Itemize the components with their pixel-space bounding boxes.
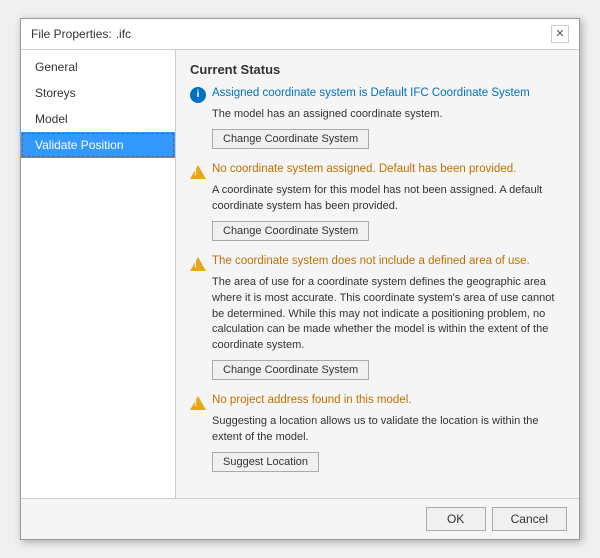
status-header-text-4: No project address found in this model. [212, 394, 411, 406]
status-header-4: No project address found in this model. [190, 394, 565, 410]
dialog-title: File Properties: [31, 27, 112, 41]
main-content: Current Status i Assigned coordinate sys… [176, 50, 579, 498]
status-block-1: i Assigned coordinate system is Default … [190, 87, 565, 149]
section-title: Current Status [190, 62, 565, 77]
sidebar-item-model[interactable]: Model [21, 106, 175, 132]
suggest-location-button[interactable]: Suggest Location [212, 452, 319, 472]
status-desc-3: The area of use for a coordinate system … [212, 275, 565, 355]
status-block-2: No coordinate system assigned. Default h… [190, 163, 565, 241]
title-bar-text: File Properties: .ifc [31, 27, 131, 41]
cancel-button[interactable]: Cancel [492, 507, 567, 531]
status-desc-1: The model has an assigned coordinate sys… [212, 107, 565, 123]
dialog-filename: .ifc [116, 27, 131, 41]
dialog-footer: OK Cancel [21, 498, 579, 539]
change-coord-system-button-3[interactable]: Change Coordinate System [212, 360, 369, 380]
status-block-4: No project address found in this model. … [190, 394, 565, 472]
sidebar-item-general[interactable]: General [21, 54, 175, 80]
warn-icon-4 [190, 396, 206, 410]
info-icon-1: i [190, 87, 206, 103]
sidebar: General Storeys Model Validate Position [21, 50, 176, 498]
sidebar-item-validate-position[interactable]: Validate Position [21, 132, 175, 158]
file-properties-dialog: File Properties: .ifc ✕ General Storeys … [20, 18, 580, 540]
ok-button[interactable]: OK [426, 507, 486, 531]
dialog-body: General Storeys Model Validate Position … [21, 50, 579, 498]
warn-icon-3 [190, 257, 206, 271]
status-header-text-1: Assigned coordinate system is Default IF… [212, 87, 530, 99]
status-header-3: The coordinate system does not include a… [190, 255, 565, 271]
status-header-2: No coordinate system assigned. Default h… [190, 163, 565, 179]
warn-icon-2 [190, 165, 206, 179]
status-header-1: i Assigned coordinate system is Default … [190, 87, 565, 103]
change-coord-system-button-1[interactable]: Change Coordinate System [212, 129, 369, 149]
status-desc-4: Suggesting a location allows us to valid… [212, 414, 565, 446]
close-button[interactable]: ✕ [551, 25, 569, 43]
sidebar-item-storeys[interactable]: Storeys [21, 80, 175, 106]
status-desc-2: A coordinate system for this model has n… [212, 183, 565, 215]
change-coord-system-button-2[interactable]: Change Coordinate System [212, 221, 369, 241]
status-header-text-3: The coordinate system does not include a… [212, 255, 530, 267]
status-block-3: The coordinate system does not include a… [190, 255, 565, 381]
title-bar: File Properties: .ifc ✕ [21, 19, 579, 50]
status-header-text-2: No coordinate system assigned. Default h… [212, 163, 516, 175]
